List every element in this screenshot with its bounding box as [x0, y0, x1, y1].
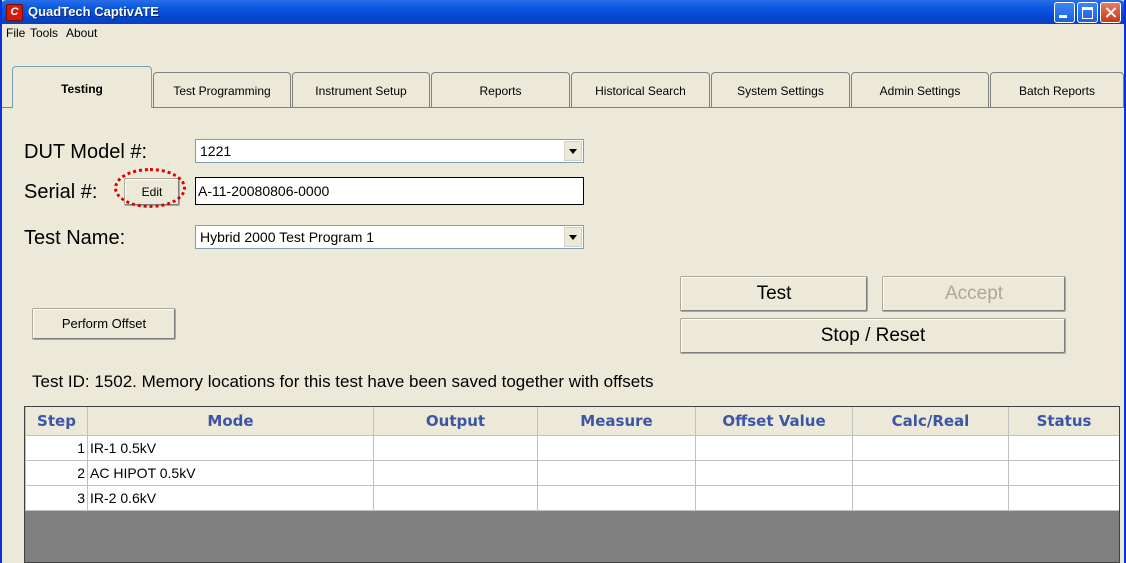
tab-testing[interactable]: Testing: [12, 66, 152, 108]
table-cell: IR-1 0.5kV: [87, 435, 374, 461]
test-button[interactable]: Test: [680, 276, 868, 312]
serial-field[interactable]: A-11-20080806-0000: [195, 177, 584, 205]
table-cell: 3: [25, 485, 88, 511]
tab-panel-border: [2, 107, 1124, 108]
table-cell: [695, 460, 853, 486]
tab-bar: Testing Test Programming Instrument Setu…: [2, 66, 1124, 108]
column-header[interactable]: Status: [1008, 407, 1119, 436]
table-cell: [1008, 485, 1119, 511]
tab-test-programming[interactable]: Test Programming: [153, 72, 291, 108]
app-window: C QuadTech CaptivATE File Tools About Te…: [0, 0, 1126, 563]
table-cell: [537, 435, 696, 461]
test-steps-table: Step Mode Output Measure Offset Value Ca…: [25, 407, 1119, 511]
stop-reset-button[interactable]: Stop / Reset: [680, 318, 1066, 354]
tab-batch-reports[interactable]: Batch Reports: [990, 72, 1124, 108]
tab-admin-settings[interactable]: Admin Settings: [851, 72, 989, 108]
column-header[interactable]: Output: [373, 407, 538, 436]
maximize-button[interactable]: [1077, 2, 1098, 23]
chevron-down-icon[interactable]: [564, 227, 582, 247]
column-header[interactable]: Measure: [537, 407, 696, 436]
dut-model-value: 1221: [200, 143, 232, 159]
table-cell: [852, 460, 1009, 486]
serial-label: Serial #:: [24, 181, 98, 203]
title-bar[interactable]: C QuadTech CaptivATE: [2, 0, 1124, 24]
menu-bar: File Tools About: [2, 24, 1124, 42]
status-message: Test ID: 1502. Memory locations for this…: [32, 372, 654, 391]
dut-model-label: DUT Model #:: [24, 141, 148, 163]
table-cell: [695, 435, 853, 461]
tab-system-settings[interactable]: System Settings: [711, 72, 850, 108]
minimize-button[interactable]: [1054, 2, 1075, 23]
test-name-value: Hybrid 2000 Test Program 1: [200, 229, 375, 245]
table-row[interactable]: 3 IR-2 0.6kV: [25, 485, 1119, 511]
column-header[interactable]: Step: [25, 407, 88, 436]
table-cell: AC HIPOT 0.5kV: [87, 460, 374, 486]
table-cell: [537, 460, 696, 486]
edit-serial-button[interactable]: Edit: [124, 178, 180, 206]
table-cell: [373, 485, 538, 511]
test-name-select[interactable]: Hybrid 2000 Test Program 1: [195, 225, 584, 249]
perform-offset-button[interactable]: Perform Offset: [32, 308, 176, 340]
table-cell: [373, 460, 538, 486]
table-cell: [1008, 435, 1119, 461]
table-cell: [373, 435, 538, 461]
table-cell: [695, 485, 853, 511]
window-title: QuadTech CaptivATE: [28, 4, 159, 19]
dut-model-select[interactable]: 1221: [195, 139, 584, 163]
table-row[interactable]: 1 IR-1 0.5kV: [25, 435, 1119, 461]
column-header[interactable]: Calc/Real: [852, 407, 1009, 436]
table-cell: IR-2 0.6kV: [87, 485, 374, 511]
table-cell: 1: [25, 435, 88, 461]
test-steps-grid[interactable]: Step Mode Output Measure Offset Value Ca…: [24, 406, 1120, 563]
chevron-down-icon[interactable]: [564, 141, 582, 161]
column-header[interactable]: Mode: [87, 407, 374, 436]
table-cell: [537, 485, 696, 511]
table-cell: 2: [25, 460, 88, 486]
menu-about[interactable]: About: [66, 26, 97, 40]
menu-tools[interactable]: Tools: [30, 26, 58, 40]
test-name-label: Test Name:: [24, 227, 126, 249]
app-logo-icon: C: [6, 4, 23, 21]
accept-button[interactable]: Accept: [882, 276, 1066, 312]
tab-instrument-setup[interactable]: Instrument Setup: [292, 72, 430, 108]
tab-reports[interactable]: Reports: [431, 72, 570, 108]
table-cell: [852, 435, 1009, 461]
tab-historical-search[interactable]: Historical Search: [571, 72, 710, 108]
close-button[interactable]: [1100, 2, 1121, 23]
table-header-row: Step Mode Output Measure Offset Value Ca…: [25, 407, 1119, 436]
table-cell: [852, 485, 1009, 511]
column-header[interactable]: Offset Value: [695, 407, 853, 436]
table-cell: [1008, 460, 1119, 486]
table-row[interactable]: 2 AC HIPOT 0.5kV: [25, 460, 1119, 486]
menu-file[interactable]: File: [6, 26, 25, 40]
